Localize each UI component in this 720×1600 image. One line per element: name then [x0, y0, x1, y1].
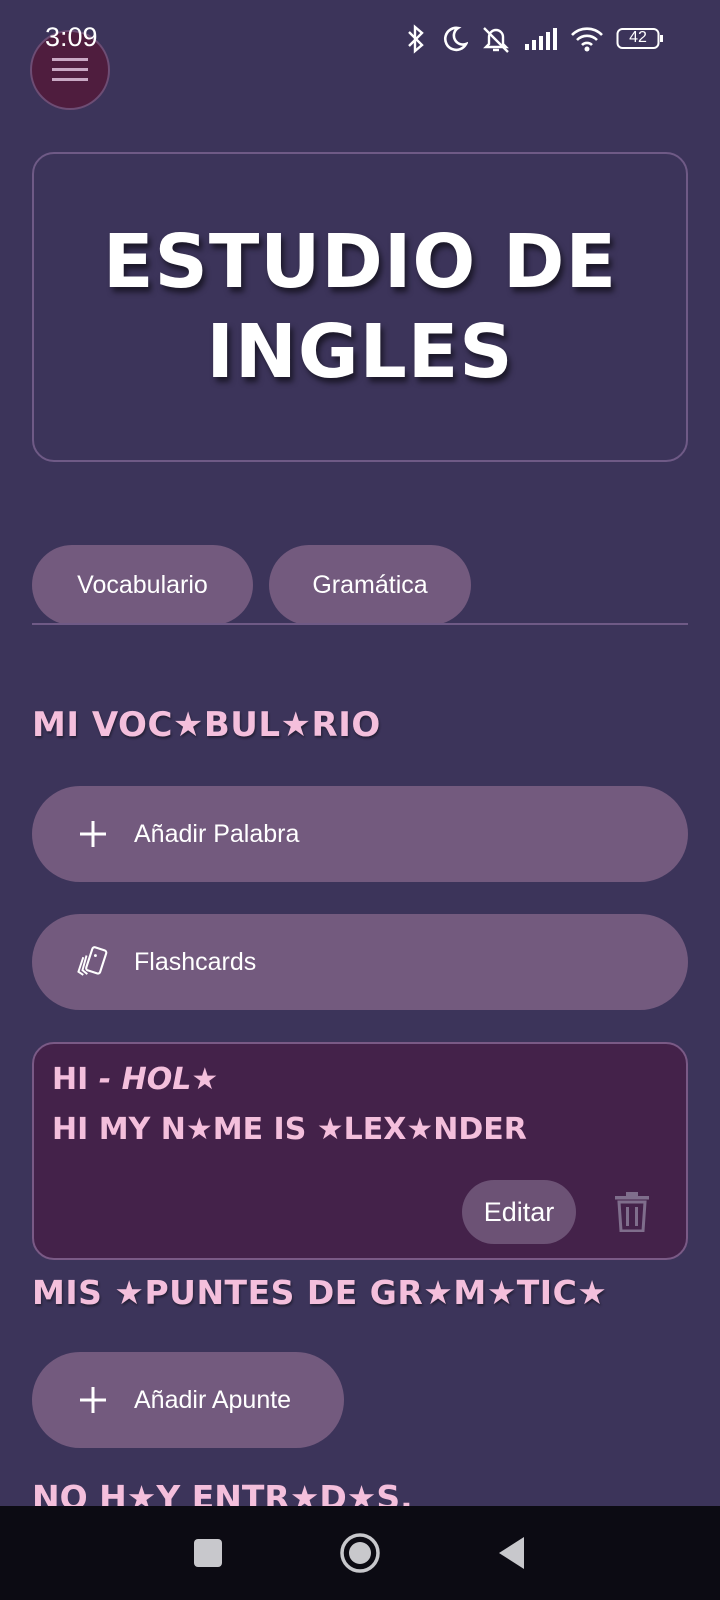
- home-icon: [340, 1533, 380, 1573]
- tab-bar: Vocabulario Gramática: [32, 545, 471, 625]
- recents-icon: [194, 1539, 222, 1567]
- back-button[interactable]: [490, 1531, 534, 1575]
- add-word-button[interactable]: Añadir Palabra: [32, 786, 688, 882]
- vocab-translation: HOL★: [121, 1062, 219, 1097]
- add-word-label: Añadir Palabra: [134, 819, 300, 848]
- flashcards-label: Flashcards: [134, 947, 257, 976]
- plus-icon: [76, 817, 110, 851]
- signal-icon: [524, 24, 558, 54]
- vocabulary-heading: MI VOC★BUL★RIO: [32, 705, 381, 745]
- plus-icon: [76, 1383, 110, 1417]
- tabs-divider: [32, 623, 688, 625]
- bell-off-icon: [480, 24, 512, 54]
- add-note-label: Añadir Apunte: [134, 1385, 292, 1414]
- moon-icon: [440, 24, 468, 54]
- add-note-button[interactable]: Añadir Apunte: [32, 1352, 344, 1448]
- system-nav-bar: [0, 1506, 720, 1600]
- empty-state-text: NO H★Y ENTR★D★S.: [32, 1478, 413, 1506]
- status-time: 3:09: [45, 22, 98, 52]
- flashcards-button[interactable]: Flashcards: [32, 914, 688, 1010]
- battery-icon: 42: [616, 26, 664, 52]
- vocab-word: HI - HOL★: [52, 1062, 218, 1097]
- tab-vocabulario[interactable]: Vocabulario: [32, 545, 253, 625]
- delete-button[interactable]: [614, 1192, 650, 1233]
- recents-button[interactable]: [186, 1531, 230, 1575]
- hamburger-icon: [52, 58, 88, 81]
- vocab-term: HI: [52, 1062, 89, 1097]
- battery-level: 42: [629, 29, 647, 46]
- vocab-example: HI MY N★ME IS ★LEX★NDER: [52, 1112, 527, 1147]
- tab-gramatica[interactable]: Gramática: [269, 545, 471, 625]
- home-button[interactable]: [338, 1531, 382, 1575]
- header-banner: ESTUDIO DE INGLES: [32, 152, 688, 462]
- vocab-card: HI - HOL★ HI MY N★ME IS ★LEX★NDER Editar: [32, 1042, 688, 1260]
- page-title: ESTUDIO DE INGLES: [102, 219, 618, 395]
- vocab-separator: -: [88, 1062, 122, 1097]
- trash-icon: [615, 1192, 649, 1233]
- status-icons: 42: [404, 22, 664, 56]
- edit-button[interactable]: Editar: [462, 1180, 576, 1244]
- grammar-heading: MIS ★PUNTES DE GR★M★TIC★: [32, 1273, 608, 1312]
- cards-icon: [76, 945, 110, 979]
- bluetooth-icon: [404, 24, 428, 54]
- back-icon: [499, 1537, 524, 1569]
- wifi-icon: [570, 24, 604, 54]
